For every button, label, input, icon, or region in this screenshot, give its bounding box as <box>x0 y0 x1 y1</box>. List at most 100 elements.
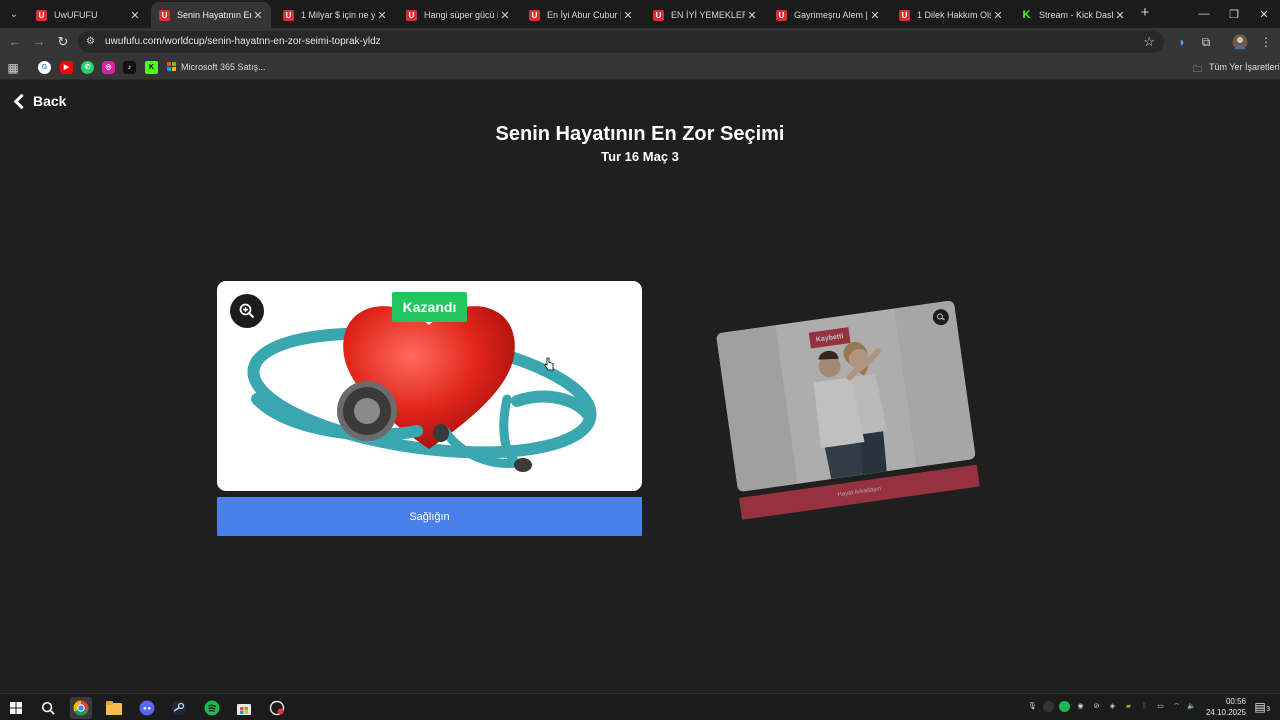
browser-tab[interactable]: U En İyi Abur Cubur | UwUFUFU ✕ <box>521 2 641 28</box>
uwufufu-favicon: U <box>899 9 910 21</box>
zoom-button[interactable] <box>230 294 264 328</box>
close-icon[interactable]: ✕ <box>868 9 882 22</box>
microsoft-logo-icon <box>167 62 177 72</box>
close-icon[interactable]: ✕ <box>621 9 635 22</box>
loser-card[interactable]: Kaybetti Hayat Arkadaşın <box>715 300 980 522</box>
browser-tab-active[interactable]: U Senin Hayatının En Zor Seçimi ✕ <box>151 2 271 28</box>
close-icon[interactable]: ✕ <box>498 9 512 22</box>
tab-title: En İyi Abur Cubur | UwUFUFU <box>547 10 621 20</box>
bookmark-microsoft365[interactable]: Microsoft 365 Satış... <box>181 62 266 72</box>
taskbar-steam[interactable] <box>168 697 190 719</box>
forward-nav-button[interactable]: → <box>30 33 48 51</box>
arrow-left-icon: ← <box>8 34 22 49</box>
start-button[interactable] <box>5 697 27 719</box>
uwufufu-favicon: U <box>776 9 787 21</box>
taskbar-discord[interactable] <box>136 697 158 719</box>
tab-title: 1 Milyar $ için ne yapar <box>301 10 375 20</box>
wifi-icon[interactable]: ⌔ <box>1171 701 1182 712</box>
media-icon[interactable]: ◗ <box>1174 34 1190 50</box>
tab-search-button[interactable]: ⌄ <box>4 4 24 24</box>
tray-app-icon[interactable]: ◉ <box>1075 701 1086 712</box>
back-label: Back <box>33 93 67 109</box>
close-icon[interactable]: ✕ <box>991 9 1005 22</box>
all-bookmarks-link[interactable]: Tüm Yer İşaretleri <box>1209 62 1280 72</box>
windows-taskbar: 🎙 ◉ ⊘ ◈ ▰ ᛒ ▭ ⌔ 🔈 00:56 24.10.2025 ▤ 3 <box>0 693 1280 720</box>
nvidia-tray-icon[interactable]: ▰ <box>1123 701 1134 712</box>
kick-bookmark-icon[interactable]: K <box>145 61 158 74</box>
kebab-menu-icon[interactable]: ⋮ <box>1258 34 1274 50</box>
reload-button[interactable]: ↻ <box>54 33 72 51</box>
browser-tab[interactable]: U UwUFUFU ✕ <box>28 2 148 28</box>
close-icon[interactable]: ✕ <box>128 9 142 22</box>
notification-count: 3 <box>1266 706 1270 713</box>
puzzle-icon[interactable]: ⧉ <box>1198 34 1214 50</box>
tab-title: EN İYİ YEMEKLER (KADIN) <box>671 10 745 20</box>
spotify-tray-icon[interactable] <box>1059 701 1070 712</box>
minimize-button[interactable]: — <box>1188 0 1220 28</box>
uwufufu-favicon: U <box>283 9 294 21</box>
windows-logo-icon <box>10 702 22 714</box>
close-window-button[interactable]: ✕ <box>1248 0 1280 28</box>
close-icon[interactable]: ✕ <box>375 9 389 22</box>
profile-avatar-icon <box>1232 34 1248 50</box>
address-bar[interactable]: ⚙ uwufufu.com/worldcup/senin-hayatnn-en-… <box>78 31 1164 53</box>
browser-tab[interactable]: U Gayrimeşru Alem | UwUFUFU ✕ <box>768 2 888 28</box>
close-icon: ✕ <box>1259 8 1269 21</box>
folder-icon <box>106 701 122 715</box>
whatsapp-bookmark-icon[interactable]: ✆ <box>81 61 94 74</box>
system-clock[interactable]: 00:56 24.10.2025 <box>1198 696 1246 718</box>
volume-icon[interactable]: 🔈 <box>1186 701 1197 712</box>
star-icon[interactable]: ☆ <box>1143 34 1155 50</box>
round-subtitle: Tur 16 Maç 3 <box>601 149 679 164</box>
url-text[interactable]: uwufufu.com/worldcup/senin-hayatnn-en-zo… <box>105 36 381 47</box>
tray-app-icon[interactable]: ⊘ <box>1091 701 1102 712</box>
winner-badge: Kazandı <box>392 292 467 322</box>
tune-icon[interactable]: ⚙ <box>86 36 98 48</box>
taskbar-store[interactable] <box>233 697 255 719</box>
browser-tab[interactable]: U EN İYİ YEMEKLER (KADIN) ✕ <box>645 2 765 28</box>
winner-card[interactable]: Kazandı <box>217 281 642 491</box>
discord-icon <box>139 700 155 716</box>
browser-toolbar: ← → ↻ ⚙ uwufufu.com/worldcup/senin-hayat… <box>0 28 1280 56</box>
taskbar-recorder[interactable] <box>266 697 288 719</box>
tab-title: Stream - Kick Dashboard <box>1039 10 1113 20</box>
browser-tab[interactable]: U 1 Dilek Hakkım Olsa | UwUFUFU ✕ <box>891 2 1011 28</box>
store-icon <box>237 704 251 715</box>
youtube-bookmark-icon[interactable]: ▶ <box>60 61 73 74</box>
apps-grid-icon[interactable]: ▦ <box>5 60 21 76</box>
browser-tab[interactable]: U Hangi süper gücü isterdin ✕ <box>398 2 518 28</box>
bluetooth-icon[interactable]: ᛒ <box>1139 701 1150 712</box>
notification-center[interactable]: ▤ 3 <box>1252 699 1270 715</box>
tray-app-icon[interactable] <box>1043 701 1054 712</box>
close-icon[interactable]: ✕ <box>1113 9 1127 22</box>
restore-icon: ❐ <box>1229 8 1239 21</box>
taskbar-chrome[interactable] <box>70 697 92 719</box>
zoom-in-icon <box>239 303 255 319</box>
avatar[interactable] <box>1232 34 1248 50</box>
instagram-bookmark-icon[interactable]: ◎ <box>102 61 115 74</box>
tiktok-bookmark-icon[interactable]: ♪ <box>123 61 136 74</box>
taskbar-spotify[interactable] <box>201 697 223 719</box>
plus-icon: + <box>1140 4 1150 21</box>
search-icon <box>41 701 55 715</box>
browser-tab[interactable]: K Stream - Kick Dashboard ✕ <box>1013 2 1133 28</box>
back-button[interactable]: Back <box>12 93 66 109</box>
restore-button[interactable]: ❐ <box>1218 0 1250 28</box>
network-icon[interactable]: ▭ <box>1155 701 1166 712</box>
close-icon[interactable]: ✕ <box>251 9 265 22</box>
browser-tab[interactable]: U 1 Milyar $ için ne yapar ✕ <box>275 2 395 28</box>
clock-date: 24.10.2025 <box>1205 708 1246 717</box>
google-bookmark-icon[interactable]: G <box>38 61 51 74</box>
reload-icon: ↻ <box>57 34 69 49</box>
new-tab-button[interactable]: + <box>1136 4 1154 22</box>
steam-tray-icon[interactable]: ◈ <box>1107 701 1118 712</box>
taskbar-explorer[interactable] <box>103 697 125 719</box>
microphone-icon[interactable]: 🎙 <box>1027 701 1038 712</box>
kick-favicon: K <box>1022 9 1031 21</box>
close-icon[interactable]: ✕ <box>745 9 759 22</box>
back-nav-button[interactable]: ← <box>6 33 24 51</box>
choice-button-left[interactable]: Sağlığın <box>217 497 642 536</box>
chrome-icon <box>73 700 89 716</box>
page-title: Senin Hayatının En Zor Seçimi <box>495 123 785 145</box>
search-button[interactable] <box>37 697 59 719</box>
